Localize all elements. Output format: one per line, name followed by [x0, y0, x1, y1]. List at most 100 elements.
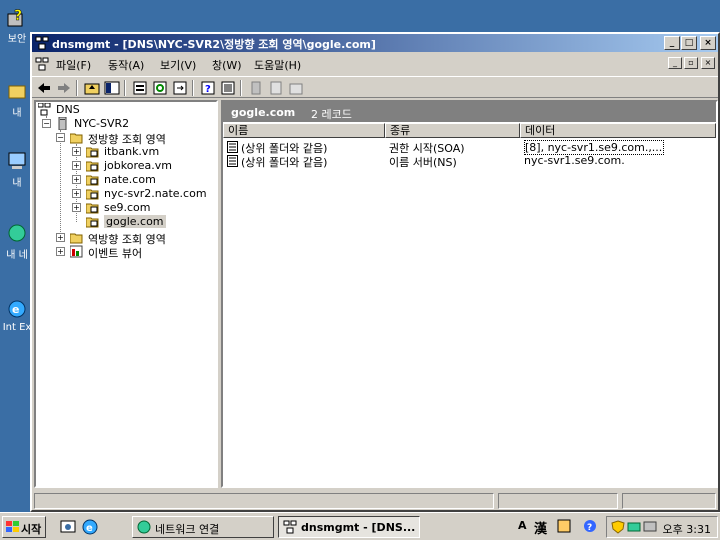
- taskbar-button-dnsmgmt[interactable]: dnsmgmt - [DNS...: [278, 516, 420, 538]
- cell-data: [8], nyc-svr1.se9.com.,...: [524, 140, 664, 155]
- desktop-icon-documents[interactable]: 내: [2, 80, 32, 119]
- network-status-icon[interactable]: [627, 520, 641, 537]
- folder-icon: [69, 231, 83, 244]
- maximize-button[interactable]: □: [681, 36, 697, 50]
- ime-tools-icon[interactable]: [556, 518, 572, 534]
- collapse-toggle[interactable]: −: [56, 133, 65, 142]
- dnsmgmt-window: dnsmgmt - [DNS\NYC-SVR2\정방향 조회 영역\gogle.…: [30, 32, 720, 512]
- mmc-icon[interactable]: [34, 56, 50, 72]
- new-zone-icon[interactable]: [288, 80, 304, 96]
- minimize-button[interactable]: _: [664, 36, 680, 50]
- event-viewer-icon: [69, 245, 83, 258]
- column-header-type[interactable]: 종류: [385, 123, 520, 138]
- tree-label: gogle.com: [104, 215, 166, 228]
- expand-toggle[interactable]: +: [72, 147, 81, 156]
- properties-icon[interactable]: [132, 80, 148, 96]
- tree-connector: [60, 130, 61, 232]
- help-icon[interactable]: ?: [200, 80, 216, 96]
- dns-app-icon: [283, 520, 297, 537]
- column-header-data[interactable]: 데이터: [520, 123, 716, 138]
- windows-logo-icon: [6, 521, 20, 536]
- menu-window[interactable]: 창(W): [212, 57, 242, 73]
- close-button[interactable]: ×: [700, 36, 716, 50]
- expand-toggle[interactable]: +: [56, 247, 65, 256]
- svg-text:?: ?: [205, 84, 211, 95]
- tree-label: nate.com: [104, 173, 156, 186]
- zone-folder-icon: [85, 173, 99, 186]
- record-count: 2 레코드: [311, 108, 352, 121]
- tree-label: jobkorea.vm: [104, 159, 172, 172]
- taskbar-button-network[interactable]: 네트워크 연결: [132, 516, 274, 538]
- tree-label: itbank.vm: [104, 145, 160, 158]
- console-tree: DNS − NYC-SVR2 − 정방향 조회 영역 + itbank.vm +…: [34, 100, 218, 488]
- ie-icon[interactable]: e: [82, 519, 98, 535]
- desktop-icon-label: Int Ex: [2, 322, 32, 333]
- expand-toggle[interactable]: +: [72, 161, 81, 170]
- taskbar: 시작 e 네트워크 연결 dnsmgmt - [DNS... A 漢 ? 오후 …: [0, 512, 720, 540]
- expand-toggle[interactable]: +: [56, 233, 65, 242]
- desktop-icon-label: 내: [12, 178, 22, 189]
- expand-toggle[interactable]: +: [72, 189, 81, 198]
- show-tree-icon[interactable]: [104, 80, 120, 96]
- start-button[interactable]: 시작: [2, 516, 46, 538]
- export-list-icon[interactable]: [172, 80, 188, 96]
- help-icon: ?: [6, 6, 28, 28]
- desktop-icon-computer[interactable]: 내: [2, 150, 32, 189]
- desktop-icon-label: 내: [12, 108, 22, 119]
- desktop-icon-network[interactable]: 내 네: [2, 222, 32, 261]
- zone-folder-icon: [85, 201, 99, 214]
- svg-text:?: ?: [587, 523, 592, 533]
- forward-arrow-icon[interactable]: [56, 80, 72, 96]
- clock[interactable]: 오후 3:31: [663, 521, 711, 537]
- show-desktop-icon[interactable]: [60, 519, 76, 535]
- ime-mode-indicator[interactable]: A: [518, 519, 527, 532]
- expand-toggle[interactable]: +: [72, 203, 81, 212]
- desktop-icon-ie[interactable]: e Int Ex: [2, 298, 32, 333]
- globe-icon: [6, 222, 28, 244]
- menu-file[interactable]: 파일(F): [56, 57, 91, 73]
- ie-icon: e: [6, 298, 28, 320]
- up-folder-icon[interactable]: [84, 80, 100, 96]
- shield-icon[interactable]: [611, 520, 625, 537]
- status-bar: [34, 490, 716, 510]
- result-pane: gogle.com 2 레코드 이름 종류 데이터 (상위 폴더와 같음) 권한…: [221, 100, 718, 488]
- menu-action[interactable]: 동작(A): [108, 57, 144, 73]
- result-title: gogle.com: [231, 106, 296, 119]
- taskbar-button-label: 네트워크 연결: [155, 523, 220, 536]
- taskbar-button-label: dnsmgmt - [DNS...: [301, 521, 416, 534]
- status-panel: [622, 493, 716, 509]
- refresh-icon[interactable]: [152, 80, 168, 96]
- cell-data: nyc-svr1.se9.com.: [524, 154, 625, 167]
- new-record-icon[interactable]: [268, 80, 284, 96]
- child-restore-button[interactable]: ▫: [684, 57, 698, 69]
- console-tree-icon[interactable]: [220, 80, 236, 96]
- child-minimize-button[interactable]: _: [668, 57, 682, 69]
- expand-toggle[interactable]: +: [72, 175, 81, 184]
- child-close-button[interactable]: ×: [701, 57, 715, 69]
- tree-label: DNS: [56, 103, 80, 116]
- table-row[interactable]: (상위 폴더와 같음) 이름 서버(NS) nyc-svr1.se9.com.: [223, 154, 716, 169]
- help-icon[interactable]: ?: [582, 518, 598, 534]
- folder-icon: [6, 80, 28, 102]
- status-panel: [34, 493, 494, 509]
- status-panel: [498, 493, 618, 509]
- toolbar-separator: [240, 80, 242, 96]
- svg-text:?: ?: [14, 8, 22, 24]
- monitor-icon[interactable]: [643, 520, 657, 537]
- record-icon: [227, 141, 238, 153]
- server-record-icon[interactable]: [248, 80, 264, 96]
- menu-help[interactable]: 도움말(H): [254, 57, 301, 73]
- svg-text:e: e: [86, 523, 93, 534]
- column-header-name[interactable]: 이름: [223, 123, 385, 138]
- table-row[interactable]: (상위 폴더와 같음) 권한 시작(SOA) [8], nyc-svr1.se9…: [223, 140, 716, 155]
- collapse-toggle[interactable]: −: [42, 119, 51, 128]
- menu-bar: 파일(F) 동작(A) 보기(V) 창(W) 도움말(H): [32, 54, 718, 74]
- menu-view[interactable]: 보기(V): [160, 57, 196, 73]
- computer-icon: [6, 150, 28, 172]
- svg-text:e: e: [12, 303, 19, 316]
- desktop-icon-security[interactable]: ? 보안: [2, 6, 32, 45]
- title-bar[interactable]: dnsmgmt - [DNS\NYC-SVR2\정방향 조회 영역\gogle.…: [32, 34, 718, 52]
- back-arrow-icon[interactable]: [36, 80, 52, 96]
- window-title: dnsmgmt - [DNS\NYC-SVR2\정방향 조회 영역\gogle.…: [52, 38, 376, 51]
- ime-hanja-indicator[interactable]: 漢: [534, 518, 547, 537]
